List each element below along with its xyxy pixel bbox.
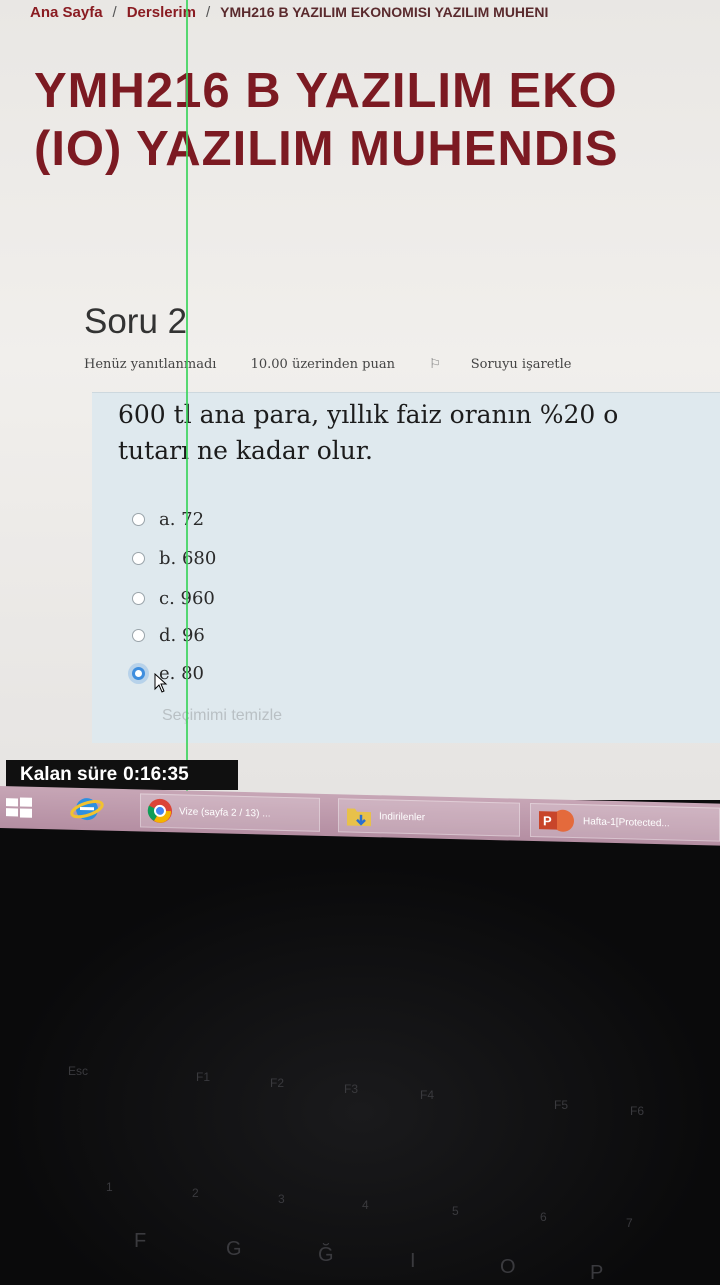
breadcrumb-separator: / bbox=[205, 4, 211, 21]
timer-value: 0:16:35 bbox=[123, 764, 189, 785]
keyboard-key: P bbox=[590, 1262, 604, 1284]
browser-screen: Ana Sayfa / Derslerim / YMH216 B YAZILIM EKO… bbox=[0, 0, 720, 800]
taskbar-folder-window[interactable]: İndirilenler bbox=[338, 798, 520, 837]
keyboard-key: O bbox=[500, 1256, 516, 1278]
folder-icon bbox=[347, 808, 371, 827]
radio-button[interactable] bbox=[132, 551, 145, 565]
folder-window-title: İndirilenler bbox=[379, 810, 426, 823]
keyboard-key: F4 bbox=[420, 1088, 435, 1102]
keyboard-key: F bbox=[134, 1230, 147, 1252]
course-title-line2: (IO) YAZILIM MUHENDIS bbox=[34, 122, 619, 176]
keyboard-key: I bbox=[410, 1250, 416, 1272]
keyboard-key: 5 bbox=[452, 1204, 459, 1218]
powerpoint-icon: P bbox=[539, 809, 574, 832]
answer-option-a[interactable]: a. 72 bbox=[132, 505, 204, 533]
keyboard-key: F3 bbox=[344, 1082, 359, 1096]
answer-option-b[interactable]: b. 680 bbox=[132, 544, 216, 572]
option-label: d. 96 bbox=[159, 624, 205, 646]
taskbar-chrome-window[interactable]: Vize (sayfa 2 / 13) ... bbox=[140, 793, 320, 832]
option-label: a. 72 bbox=[159, 508, 205, 530]
question-points: 10.00 üzerinden puan bbox=[250, 357, 395, 372]
answer-option-d[interactable]: d. 96 bbox=[132, 621, 205, 649]
taskbar-powerpoint-window[interactable]: P Hafta-1[Protected... bbox=[530, 802, 720, 842]
timer-label: Kalan süre bbox=[20, 764, 118, 785]
question-text-line1: 600 tl ana para, yıllık faiz oranın %20 … bbox=[118, 400, 619, 429]
chrome-window-title: Vize (sayfa 2 / 13) ... bbox=[179, 805, 271, 820]
keyboard-key: 6 bbox=[540, 1210, 547, 1224]
radio-button[interactable] bbox=[132, 512, 145, 526]
flag-icon: ⚐ bbox=[429, 357, 441, 372]
course-title-line1: YMH216 B YAZILIM EKO bbox=[34, 64, 618, 118]
breadcrumb-separator: / bbox=[112, 4, 117, 21]
course-title: YMH216 B YAZILIM EKO (IO) YAZILIM MUHEND… bbox=[34, 62, 720, 178]
screen-artifact-line bbox=[186, 0, 188, 800]
keyboard-key: 3 bbox=[278, 1192, 285, 1206]
mouse-cursor-icon bbox=[154, 673, 168, 693]
timer-bar: Kalan süre 0:16:35 bbox=[6, 760, 238, 790]
keyboard-key: 2 bbox=[192, 1186, 199, 1200]
radio-button-selected[interactable] bbox=[132, 666, 145, 680]
laptop-keyboard: Esc F1 F2 F3 F4 F5 F6 1 2 3 4 5 6 7 F G … bbox=[0, 860, 720, 1284]
clear-choice-link[interactable]: Seçimimi temizle bbox=[162, 707, 282, 725]
question-status: Henüz yanıtlanmadı bbox=[84, 357, 217, 372]
question-meta: Henüz yanıtlanmadı 10.00 üzerinden puan … bbox=[84, 357, 720, 372]
flag-label: Soruyu işaretle bbox=[470, 357, 572, 372]
keyboard-key: 7 bbox=[626, 1216, 633, 1230]
keyboard-key: 4 bbox=[362, 1198, 369, 1212]
answer-option-e[interactable]: e. 80 bbox=[132, 659, 204, 687]
keyboard-key: F5 bbox=[554, 1098, 569, 1112]
keyboard-key: F2 bbox=[270, 1076, 285, 1090]
keyboard-key: Ğ bbox=[318, 1244, 334, 1266]
keyboard-key: 1 bbox=[106, 1180, 113, 1194]
keyboard-key: F6 bbox=[630, 1104, 645, 1118]
breadcrumb-home[interactable]: Ana Sayfa bbox=[30, 4, 103, 21]
question-text-line2: tutarı ne kadar olur. bbox=[118, 436, 373, 465]
chrome-icon bbox=[147, 798, 172, 823]
powerpoint-window-title: Hafta-1[Protected... bbox=[583, 815, 670, 829]
radio-button[interactable] bbox=[132, 628, 145, 642]
breadcrumb: Ana Sayfa / Derslerim / YMH216 B YAZILIM EKO… bbox=[30, 4, 720, 21]
internet-explorer-icon[interactable] bbox=[70, 792, 110, 827]
keyboard-key: F1 bbox=[196, 1070, 211, 1084]
flag-question-button[interactable]: ⚐ Soruyu işaretle bbox=[429, 357, 601, 372]
keyboard-key: G bbox=[226, 1238, 242, 1260]
svg-text:P: P bbox=[543, 813, 552, 828]
question-heading: Soru 2 bbox=[84, 302, 188, 341]
radio-button[interactable] bbox=[132, 591, 145, 605]
question-text: 600 tl ana para, yıllık faiz oranın %20 … bbox=[118, 397, 720, 469]
windows-start-icon[interactable] bbox=[4, 790, 40, 825]
answer-option-c[interactable]: c. 960 bbox=[132, 584, 215, 612]
breadcrumb-current[interactable]: YMH216 B YAZILIM EKONOMISI YAZILIM MUHEN… bbox=[220, 4, 548, 20]
keyboard-key: Esc bbox=[68, 1064, 89, 1078]
